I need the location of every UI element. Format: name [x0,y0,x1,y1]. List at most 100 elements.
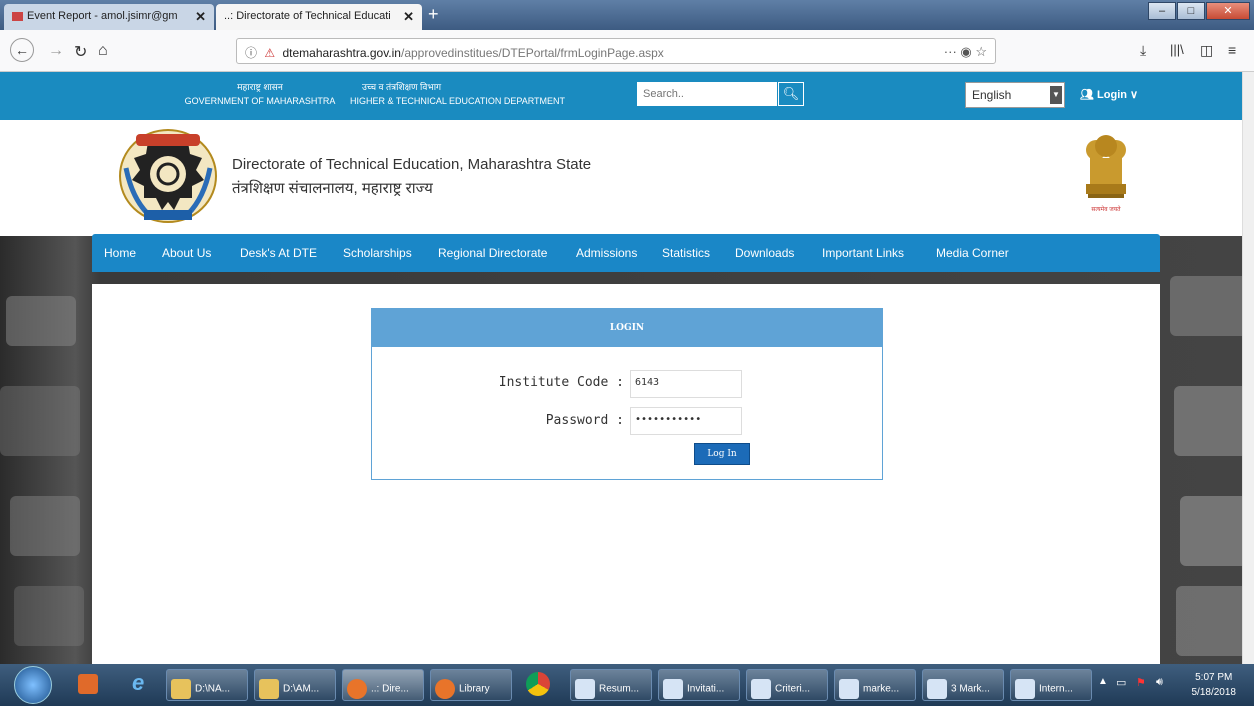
task-label: 3 Mark... [951,683,990,695]
word-document-icon [839,679,859,699]
taskbar-item-invitation[interactable]: Invitati... [658,669,740,701]
task-label: Invitati... [687,683,725,695]
action-center-flag-icon[interactable]: ⚑ [1136,676,1146,710]
dte-logo-icon [119,129,217,223]
word-document-icon [663,679,683,699]
national-emblem-icon: सत्यमेव जयते [1076,132,1136,216]
word-document-icon [751,679,771,699]
task-label: ..: Dire... [371,683,409,695]
firefox-icon [435,679,455,699]
taskbar-item-folder-na[interactable]: D:\NA... [166,669,248,701]
menu-item-regional-directorate[interactable]: Regional Directorate [438,246,547,260]
chrome-icon[interactable] [526,672,550,696]
menu-item-admissions[interactable]: Admissions [576,246,637,260]
task-label: Criteri... [775,683,810,695]
library-icon[interactable]: |||\ [1170,42,1184,57]
task-label: D:\AM... [283,683,320,695]
taskbar-item-firefox-dte[interactable]: ..: Dire... [342,669,424,701]
taskbar-item-intern[interactable]: Intern... [1010,669,1092,701]
institute-code-input[interactable]: 6143 [630,370,742,398]
site-title-hindi: तंत्रशिक्षण संचालनालय, महाराष्ट्र राज्य [232,180,433,197]
show-hidden-icons-icon[interactable]: ▲ [1098,676,1108,710]
login-heading: LOGIN [372,309,882,347]
system-clock[interactable]: 5:07 PM 5/18/2018 [1192,670,1237,700]
gov-hindi: महाराष्ट्र शासन [237,82,283,92]
back-icon[interactable]: ← [10,38,34,62]
page-actions-icon[interactable]: ··· ◉ ☆ [944,44,987,60]
dept-block: उच्च व तंत्रशिक्षण विभाग HIGHER & TECHNI… [350,80,590,108]
institute-code-label: Institute Code : [498,375,624,390]
site-header: Directorate of Technical Education, Maha… [0,120,1254,236]
gov-block: महाराष्ट्र शासन GOVERNMENT OF MAHARASHTR… [180,80,340,108]
browser-tab-event-report[interactable]: Event Report - amol.jsimr@gm ✕ [4,4,214,30]
menu-item-statistics[interactable]: Statistics [662,246,710,260]
volume-icon[interactable]: 🔊︎ [1156,676,1163,710]
login-button[interactable]: Log In [694,443,750,465]
folder-icon [171,679,191,699]
menu-item-media-corner[interactable]: Media Corner [936,246,1009,260]
home-icon[interactable]: ⌂ [98,42,108,60]
start-button[interactable] [14,666,52,704]
taskbar-item-3-mark[interactable]: 3 Mark... [922,669,1004,701]
word-document-icon [927,679,947,699]
site-top-strip: महाराष्ट्र शासन GOVERNMENT OF MAHARASHTR… [0,72,1254,120]
login-menu-link[interactable]: 👥︎ Login ∨ [1080,88,1138,101]
browser-nav-bar: ← → ↻ ⌂ ⓘ ⚠ dtemaharashtra.gov.in/approv… [0,30,1254,72]
sidebar-icon[interactable]: ◫ [1200,42,1213,59]
close-tab-icon[interactable]: ✕ [403,9,414,25]
new-tab-button[interactable]: + [428,4,439,25]
minimize-icon[interactable]: – [1148,2,1176,20]
password-input[interactable]: ••••••••••• [630,407,742,435]
window-controls: – □ ✕ [1147,2,1250,20]
login-panel: LOGIN Institute Code : 6143 Password : •… [371,308,883,480]
taskbar-item-library[interactable]: Library [430,669,512,701]
task-label: Library [459,683,490,695]
menu-item-scholarships[interactable]: Scholarships [343,246,412,260]
site-search-input[interactable] [637,82,777,106]
main-menu: Home About Us Desk's At DTE Scholarships… [92,234,1160,272]
users-icon: 👥︎ [1080,89,1094,101]
language-select[interactable]: English ▼ [965,82,1065,108]
menu-item-downloads[interactable]: Downloads [735,246,794,260]
menu-item-important-links[interactable]: Important Links [822,246,904,260]
reload-icon[interactable]: ↻ [74,42,87,62]
tab-label: ..: Directorate of Technical Educati [224,10,391,22]
gmail-icon [12,11,23,21]
chevron-down-icon: ▼ [1050,86,1062,104]
taskbar-item-marke[interactable]: marke... [834,669,916,701]
menu-item-home[interactable]: Home [104,246,136,260]
task-label: D:\NA... [195,683,231,695]
windows-taskbar: e D:\NA... D:\AM... ..: Dire... Library … [0,664,1254,706]
word-document-icon [1015,679,1035,699]
clock-time: 5:07 PM [1195,672,1233,683]
insecure-lock-icon[interactable]: ⚠ [264,46,275,60]
menu-item-desks[interactable]: Desk's At DTE [240,246,317,260]
window-close-icon[interactable]: ✕ [1206,2,1250,20]
firefox-icon [347,679,367,699]
taskbar-item-criteria[interactable]: Criteri... [746,669,828,701]
page-scrollbar[interactable] [1242,72,1254,664]
emblem-motto: सत्यमेव जयते [1091,207,1121,213]
url-bar[interactable]: ⓘ ⚠ dtemaharashtra.gov.in/approvedinstit… [236,38,996,64]
forward-icon[interactable]: → [48,42,64,60]
taskbar-item-resume[interactable]: Resum... [570,669,652,701]
login-label: Login ∨ [1097,89,1139,101]
clock-date: 5/18/2018 [1191,687,1237,698]
task-label: Resum... [599,683,640,695]
dept-hindi: उच्च व तंत्रशिक्षण विभाग [362,82,442,92]
downloads-icon[interactable]: ⤓ [1140,42,1146,59]
task-label: marke... [863,683,900,695]
maximize-icon[interactable]: □ [1177,2,1205,20]
info-icon[interactable]: ⓘ [245,46,257,60]
password-label: Password : [545,413,624,428]
browser-tab-dte[interactable]: ..: Directorate of Technical Educati ✕ [216,4,422,30]
search-icon[interactable]: 🔍︎ [778,82,804,106]
task-label: Intern... [1039,683,1073,695]
internet-explorer-icon[interactable]: e [132,670,144,704]
media-player-icon[interactable] [78,674,98,694]
network-icon[interactable]: ▭ [1116,676,1126,710]
menu-icon[interactable]: ≡ [1228,42,1236,58]
taskbar-item-folder-am[interactable]: D:\AM... [254,669,336,701]
close-tab-icon[interactable]: ✕ [195,9,206,25]
menu-item-about-us[interactable]: About Us [162,246,211,260]
